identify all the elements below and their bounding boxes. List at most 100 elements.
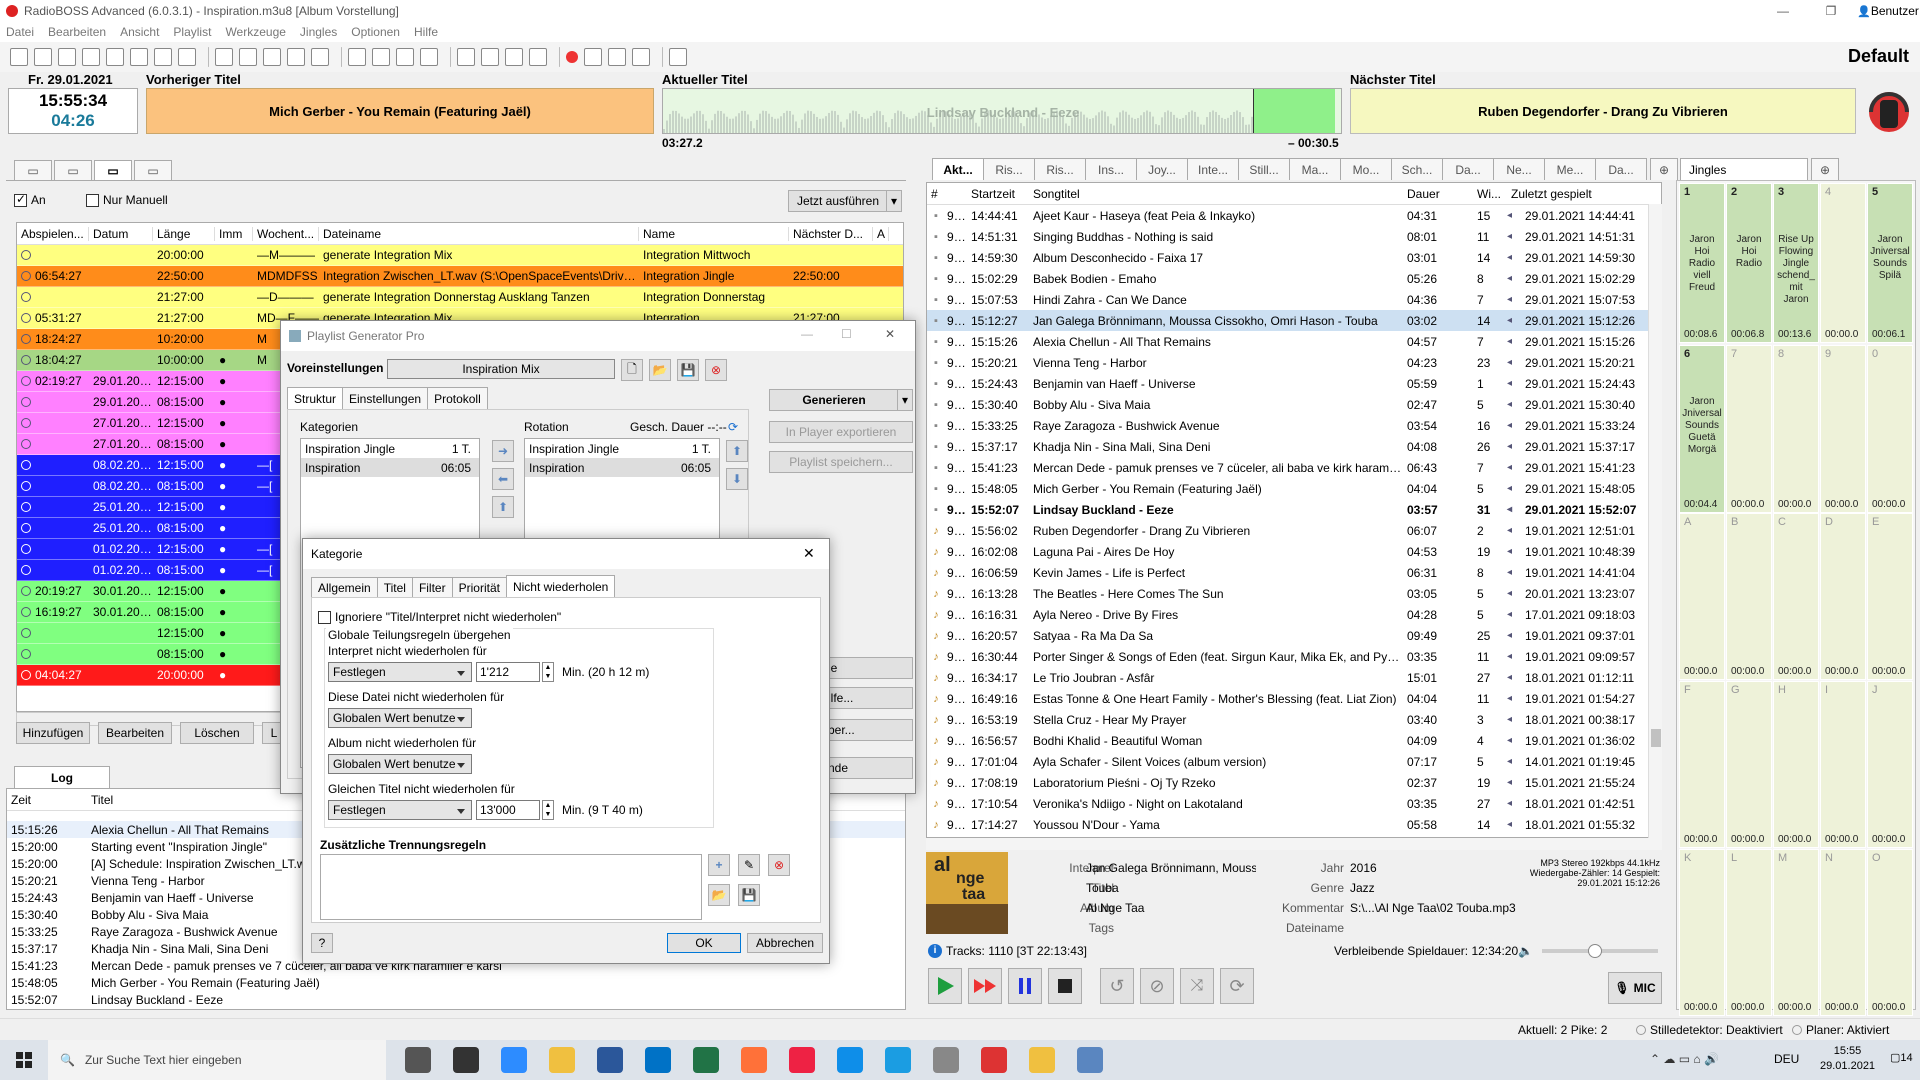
jingle-button-1[interactable]: 1 Jaron Hoi Radio viell Freud 00:08.6	[1679, 183, 1725, 343]
playlist-col-3[interactable]: Dauer	[1403, 187, 1473, 201]
jingle-button-J[interactable]: J 00:00.0	[1867, 681, 1913, 848]
scheduler-col-0[interactable]: Abspielen...	[17, 226, 89, 241]
store-icon[interactable]	[453, 1047, 479, 1073]
kat-delete-rule-icon[interactable]: ⊗	[768, 854, 790, 876]
table-row[interactable]: 20:00:00 —M——— generate Integration Mix Int…	[17, 245, 903, 266]
language-indicator[interactable]: DEU	[1774, 1052, 1799, 1066]
scheduler-enabled[interactable]: ✓ An	[14, 192, 46, 207]
table-row[interactable]: ▪ 959 15:30:40 Bobby Alu - Siva Maia 02:47 5 ◂…	[927, 394, 1661, 415]
add-playlist-tab-icon[interactable]: ⊕	[1650, 158, 1678, 180]
table-row[interactable]: ▪ 953 15:02:29 Babek Bodien - Emaho 05:26 8 ◂ 2…	[927, 268, 1661, 289]
playlist-tab-1[interactable]: Ris...	[983, 158, 1035, 180]
tab-log[interactable]: Log	[14, 766, 110, 788]
pg-close-icon[interactable]: ✕	[885, 327, 895, 341]
jingle-button-F[interactable]: F 00:00.0	[1679, 681, 1725, 848]
scheduler-col-3[interactable]: Imm	[215, 226, 253, 241]
toolbar-tool3-icon[interactable]	[396, 48, 414, 66]
excel-icon[interactable]	[693, 1047, 719, 1073]
table-row[interactable]: ▪ 957 15:20:21 Vienna Teng - Harbor 04:23 23 ◂…	[927, 352, 1661, 373]
menu-0[interactable]: Datei	[6, 25, 34, 39]
kat-help-button[interactable]: ?	[311, 933, 333, 953]
run-now-dropdown-icon[interactable]: ▾	[886, 190, 902, 212]
kat-edit-rule-icon[interactable]: ✎	[738, 854, 760, 876]
toolbar-tool6-icon[interactable]	[481, 48, 499, 66]
playlist-tab-11[interactable]: Ne...	[1493, 158, 1545, 180]
scheduler-col-8[interactable]: A	[873, 226, 889, 241]
playlist-col-0[interactable]: #	[927, 187, 967, 201]
toolbar-save-icon[interactable]	[58, 48, 76, 66]
table-row[interactable]: 21:27:00 —D——— generate Integration Donner…	[17, 287, 903, 308]
table-row[interactable]: ♪ 977 17:08:19 Laboratorium Pieśni - Oj Ty …	[927, 772, 1661, 793]
pg-help-button[interactable]: ilfe...	[825, 687, 913, 709]
kat-artist-select[interactable]: Festlegen	[328, 662, 472, 682]
app-icon[interactable]	[981, 1047, 1007, 1073]
jingle-button-3[interactable]: 3 Rise Up Flowing Jingle schend_ mit Jaro…	[1773, 183, 1819, 343]
table-row[interactable]: 06:54:27 22:50:00 MDMDFSS Integration Zwisc…	[17, 266, 903, 287]
previous-track[interactable]: Mich Gerber - You Remain (Featuring Jaël…	[146, 88, 654, 134]
pg-generate-button[interactable]: Generieren	[769, 389, 899, 411]
jingle-button-O[interactable]: O 00:00.0	[1867, 849, 1913, 1016]
kat-tab-1[interactable]: Titel	[376, 577, 413, 597]
table-row[interactable]: ♪ 968 16:13:28 The Beatles - Here Comes The…	[927, 583, 1661, 604]
run-now-button[interactable]: Jetzt ausführen	[788, 190, 888, 212]
stop-button[interactable]	[1048, 968, 1082, 1004]
kat-ok-button[interactable]: OK	[667, 933, 741, 953]
toolbar-mixer-icon[interactable]	[669, 48, 687, 66]
toolbar-tool7-icon[interactable]	[505, 48, 523, 66]
word-icon[interactable]	[597, 1047, 623, 1073]
toolbar-tool2-icon[interactable]	[372, 48, 390, 66]
kat-same-spinner[interactable]: ▲ ▼	[542, 800, 554, 820]
kat-file-select[interactable]: Globalen Wert benutze	[328, 708, 472, 728]
table-row[interactable]: ▪ 963 15:48:05 Mich Gerber - You Remain (Fe…	[927, 478, 1661, 499]
table-row[interactable]: ▪ 954 15:07:53 Hindi Zahra - Can We Dance 04…	[927, 289, 1661, 310]
kat-cancel-button[interactable]: Abbrechen	[747, 933, 823, 953]
pg-rot-down-icon[interactable]: ⬇	[726, 468, 748, 490]
table-row[interactable]: ♪ 974 16:53:19 Stella Cruz - Hear My Prayer…	[927, 709, 1661, 730]
playlist-tab-7[interactable]: Ma...	[1289, 158, 1341, 180]
pg-remove-left-icon[interactable]: ⬅	[492, 468, 514, 490]
table-row[interactable]: ♪ 976 17:01:04 Ayla Schafer - Silent Voices…	[927, 751, 1661, 772]
table-row[interactable]: ♪ 973 16:49:16 Estas Tonne & One Heart Fami…	[927, 688, 1661, 709]
jingle-button-8[interactable]: 8 00:00.0	[1773, 345, 1819, 513]
kat-add-rule-icon[interactable]: +	[708, 854, 730, 876]
kat-album-select[interactable]: Globalen Wert benutze	[328, 754, 472, 774]
table-row[interactable]: ♪ 969 16:16:31 Ayla Nereo - Drive By Fires 0…	[927, 604, 1661, 625]
playlist-vscroll[interactable]	[1648, 204, 1662, 838]
playlist-tab-9[interactable]: Sch...	[1391, 158, 1443, 180]
pause-button[interactable]	[1008, 968, 1042, 1004]
jingle-button-A[interactable]: A 00:00.0	[1679, 513, 1725, 680]
playlist-tab-3[interactable]: Ins...	[1085, 158, 1137, 180]
scheduler-col-5[interactable]: Dateiname	[319, 226, 639, 241]
toolbar-new-icon[interactable]	[10, 48, 28, 66]
playlist-col-5[interactable]: Zuletzt gespielt	[1507, 187, 1637, 201]
files-icon[interactable]	[1029, 1047, 1055, 1073]
zoom-icon[interactable]	[501, 1047, 527, 1073]
toolbar-tool5-icon[interactable]	[457, 48, 475, 66]
jingle-button-9[interactable]: 9 00:00.0	[1820, 345, 1866, 513]
mic-button[interactable]: 🎙 MIC	[1608, 972, 1662, 1004]
pg-add-right-icon[interactable]: ➜	[492, 440, 514, 462]
pg-maximize-icon[interactable]: ☐	[841, 327, 852, 341]
kat-same-value[interactable]: 13'000	[476, 800, 540, 820]
table-row[interactable]: ♪ 967 16:06:59 Kevin James - Life is Perfec…	[927, 562, 1661, 583]
menu-6[interactable]: Optionen	[351, 25, 400, 39]
table-row[interactable]: ♪ 966 16:02:08 Laguna Pai - Aires De Hoy 04:…	[927, 541, 1661, 562]
jingle-button-K[interactable]: K 00:00.0	[1679, 849, 1725, 1016]
toolbar-copy-icon[interactable]	[130, 48, 148, 66]
jingle-button-5[interactable]: 5 Jaron Jniversal Sounds Spilä 00:06.1	[1867, 183, 1913, 343]
playlist-tab-4[interactable]: Joy...	[1136, 158, 1188, 180]
pg-export-button[interactable]: In Player exportieren	[769, 421, 913, 443]
scheduler-col-1[interactable]: Datum	[89, 226, 153, 241]
pg-tab-2[interactable]: Protokoll	[427, 387, 488, 409]
jingle-button-2[interactable]: 2 Jaron Hoi Radio 00:06.8	[1726, 183, 1772, 343]
table-row[interactable]: ♪ 971 16:30:44 Porter Singer & Songs of Ede…	[927, 646, 1661, 667]
table-row[interactable]: ▪ 960 15:33:25 Raye Zaragoza - Bushwick Ave…	[927, 415, 1661, 436]
pg-rot-up-icon[interactable]: ⬆	[726, 440, 748, 462]
scheduler-col-6[interactable]: Name	[639, 226, 789, 241]
playlist-col-1[interactable]: Startzeit	[967, 187, 1029, 201]
menu-5[interactable]: Jingles	[300, 25, 337, 39]
kat-artist-spinner[interactable]: ▲ ▼	[542, 662, 554, 682]
playlist-col-2[interactable]: Songtitel	[1029, 187, 1403, 201]
jingle-button-7[interactable]: 7 00:00.0	[1726, 345, 1772, 513]
table-row[interactable]: ▪ 964 15:52:07 Lindsay Buckland - Eeze 03:57…	[927, 499, 1661, 520]
